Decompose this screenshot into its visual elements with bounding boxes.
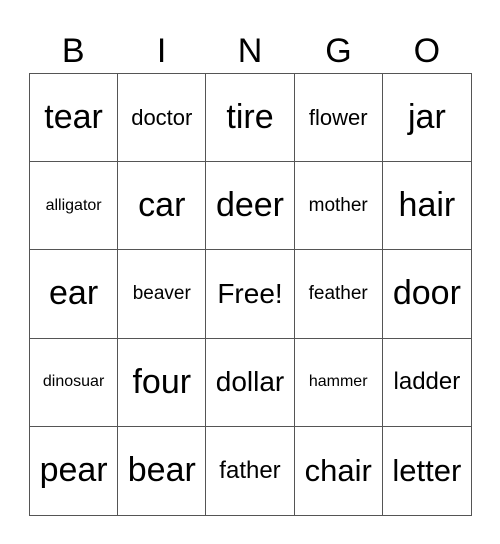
bingo-cell[interactable]: doctor xyxy=(118,74,207,163)
bingo-cell[interactable]: jar xyxy=(382,74,471,163)
bingo-cell[interactable]: hammer xyxy=(294,338,383,427)
bingo-cell[interactable]: chair xyxy=(295,426,383,515)
bingo-header: B I N G O xyxy=(29,30,471,72)
bingo-cell[interactable]: letter xyxy=(383,427,471,515)
bingo-cell[interactable]: deer xyxy=(206,162,295,251)
bingo-cell[interactable]: flower xyxy=(294,74,383,163)
bingo-cell[interactable]: mother xyxy=(294,162,383,251)
bingo-cell[interactable]: hair xyxy=(382,162,471,251)
header-letter-n: N xyxy=(237,32,263,70)
bingo-cell[interactable]: feather xyxy=(294,250,383,339)
bingo-cell[interactable]: beaver xyxy=(118,250,207,339)
bingo-cell[interactable]: bear xyxy=(118,426,207,515)
bingo-cell[interactable]: dinosuar xyxy=(30,338,119,427)
header-letter-g: G xyxy=(325,32,352,70)
bingo-cell[interactable]: father xyxy=(206,426,295,515)
bingo-cell[interactable]: tire xyxy=(206,74,295,163)
header-letter-i: I xyxy=(156,32,167,70)
bingo-cell[interactable]: dollar xyxy=(206,338,295,427)
bingo-cell[interactable]: door xyxy=(382,250,471,339)
free-space-cell[interactable]: Free! xyxy=(206,250,295,339)
bingo-cell[interactable]: pear xyxy=(30,426,119,515)
header-letter-b: B xyxy=(61,32,85,70)
bingo-grid: tear doctor tire flower jar alligator ca… xyxy=(29,73,472,516)
header-letter-o: O xyxy=(413,32,441,70)
bingo-cell[interactable]: alligator xyxy=(30,162,119,251)
bingo-cell[interactable]: tear xyxy=(30,74,119,163)
bingo-cell[interactable]: ladder xyxy=(382,339,471,427)
bingo-cell[interactable]: ear xyxy=(30,250,119,339)
bingo-cell[interactable]: four xyxy=(118,338,207,427)
bingo-cell[interactable]: car xyxy=(118,162,207,251)
